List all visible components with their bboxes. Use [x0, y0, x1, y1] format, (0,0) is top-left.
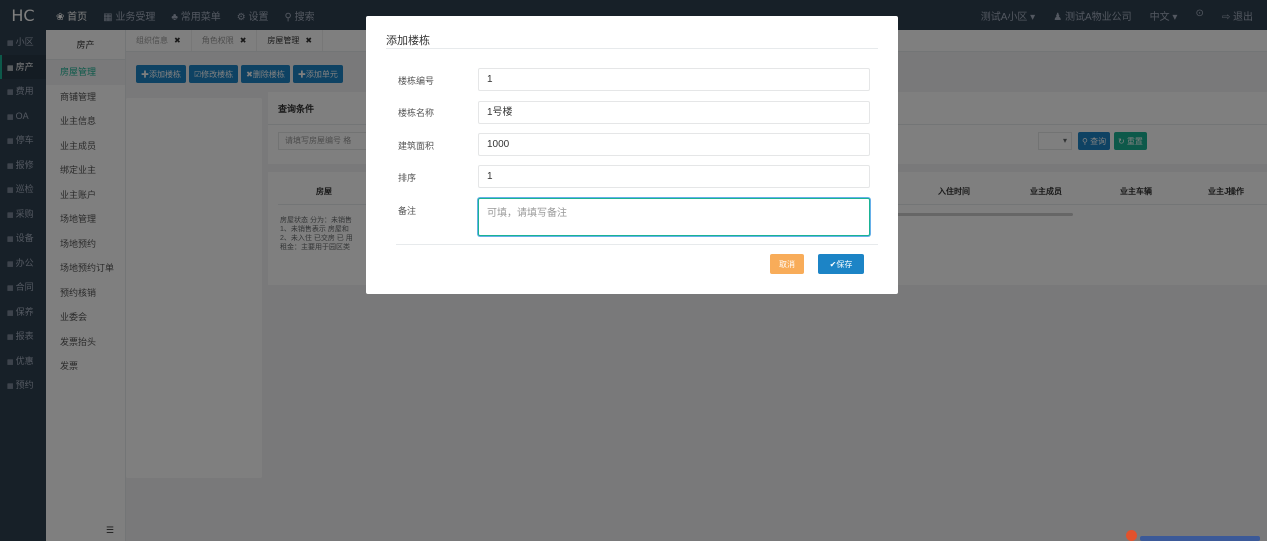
- building-area-label: 建筑面积: [398, 141, 435, 151]
- sort-order-input[interactable]: 1: [478, 165, 870, 188]
- cancel-button[interactable]: 取消: [770, 254, 804, 274]
- building-name-input[interactable]: 1号楼: [478, 101, 870, 124]
- building-area-input[interactable]: 1000: [478, 133, 870, 156]
- add-building-dialog: 添加楼栋 楼栋编号 1 楼栋名称 1号楼 建筑面积 1000 排序 1 备注 可…: [366, 16, 898, 294]
- corner-widget[interactable]: [1126, 530, 1267, 541]
- building-name-label: 楼栋名称: [398, 108, 435, 118]
- divider: [396, 244, 878, 245]
- building-number-input[interactable]: 1: [478, 68, 870, 91]
- dialog-title: 添加楼栋: [386, 35, 430, 47]
- remark-textarea[interactable]: 可填，请填写备注: [478, 198, 870, 236]
- remark-label: 备注: [398, 206, 417, 216]
- widget-bar: [1140, 536, 1260, 541]
- divider: [386, 48, 878, 49]
- building-number-label: 楼栋编号: [398, 76, 435, 86]
- sort-order-label: 排序: [398, 173, 417, 183]
- save-button[interactable]: ✔保存: [818, 254, 864, 274]
- widget-logo-icon: [1126, 530, 1137, 541]
